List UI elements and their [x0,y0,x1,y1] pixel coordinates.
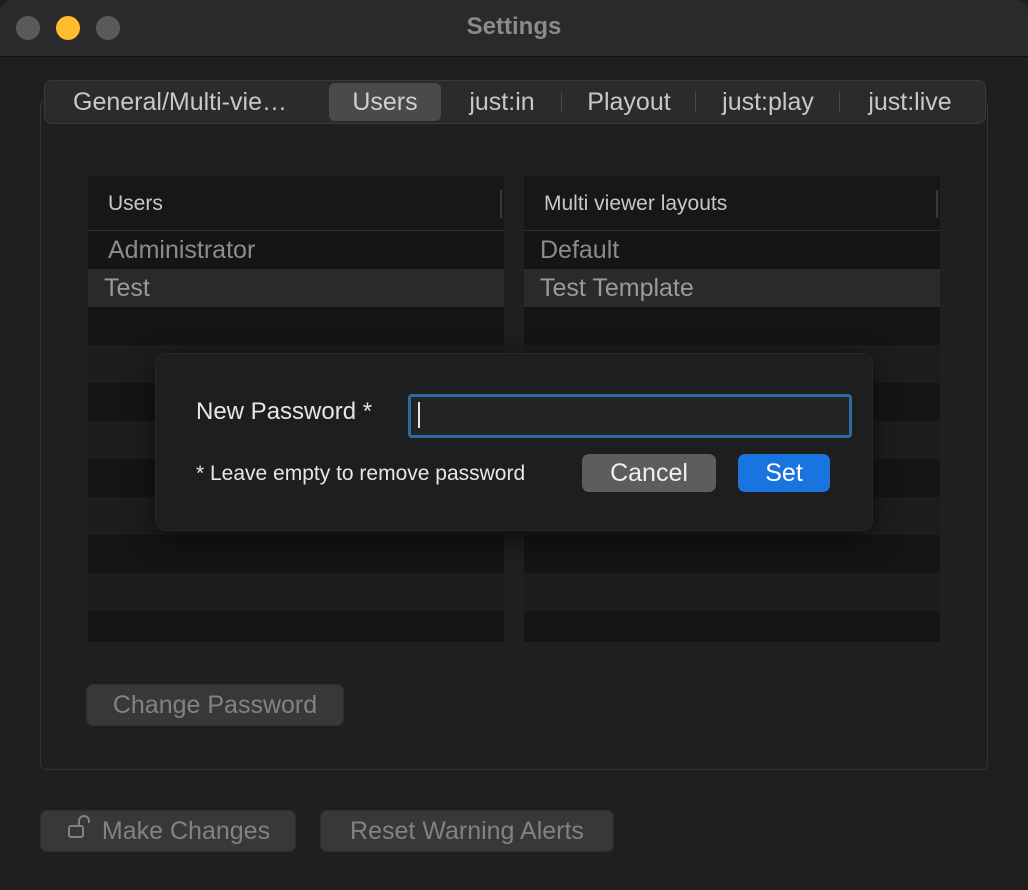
cancel-button[interactable]: Cancel [582,454,716,492]
tab-users[interactable]: Users [329,83,441,121]
table-row[interactable]: Administrator [88,231,504,269]
tab-divider [695,92,696,112]
empty-row [524,307,940,345]
empty-row [88,573,504,611]
window-title: Settings [466,13,562,40]
settings-window: Settings General/Multi-vie… Users just:i… [0,0,1028,890]
reset-warning-alerts-button[interactable]: Reset Warning Alerts [320,810,614,852]
tab-just-in[interactable]: just:in [455,83,549,121]
empty-row [88,307,504,345]
table-row-selected[interactable]: Test Template [524,269,940,307]
column-resize-handle[interactable] [500,190,502,218]
title-bar: Settings [0,0,1028,57]
change-password-button[interactable]: Change Password [86,684,344,726]
tab-general-multiviewer[interactable]: General/Multi-vie… [55,83,305,121]
column-resize-handle[interactable] [936,190,938,218]
password-hint: * Leave empty to remove password [196,462,526,485]
empty-row [524,611,940,642]
new-password-label: New Password * [196,398,373,425]
user-name: Administrator [108,236,256,264]
table-row-selected[interactable]: Test [88,269,504,307]
tab-divider [839,92,840,112]
set-button[interactable]: Set [738,454,830,492]
table-row[interactable]: Default [524,231,940,269]
tab-just-play[interactable]: just:play [709,83,827,121]
empty-row [88,535,504,573]
make-changes-label: Make Changes [101,817,271,845]
layouts-column-header[interactable]: Multi viewer layouts [524,176,940,231]
tab-just-live[interactable]: just:live [855,83,965,121]
layout-name: Test Template [540,274,694,302]
empty-row [524,573,940,611]
tab-playout[interactable]: Playout [577,83,681,121]
empty-row [88,611,504,642]
user-name: Test [104,274,150,302]
layout-name: Default [540,236,620,264]
users-header-label: Users [108,192,163,215]
tab-bar: General/Multi-vie… Users just:in Playout… [44,80,986,124]
users-column-header[interactable]: Users [88,176,504,231]
empty-row [524,535,940,573]
new-password-dialog: New Password * * Leave empty to remove p… [156,354,872,530]
text-cursor [418,402,420,428]
make-changes-button[interactable]: Make Changes [40,810,296,852]
tab-divider [561,92,562,112]
layouts-header-label: Multi viewer layouts [544,192,728,215]
new-password-input[interactable] [408,394,852,438]
unlocked-padlock-icon [66,812,92,852]
